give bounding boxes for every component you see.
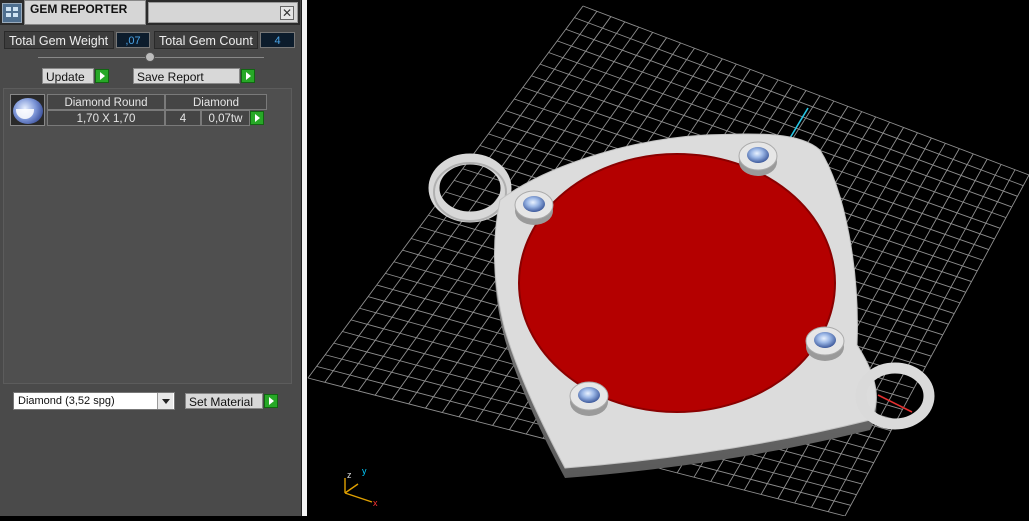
gem-name-cell: Diamond Round xyxy=(47,94,165,110)
gem-size-cell: 1,70 X 1,70 xyxy=(47,110,165,126)
set-material-go-icon[interactable] xyxy=(264,394,278,408)
material-select[interactable]: Diamond (3,52 spg) xyxy=(13,392,175,410)
red-face xyxy=(518,153,836,413)
left-bail-ring xyxy=(428,153,512,223)
grid-line xyxy=(844,174,1029,517)
gem-list xyxy=(3,88,292,384)
update-button[interactable]: Update xyxy=(42,68,94,84)
gem-setting xyxy=(569,381,609,416)
gem-count-cell: 4 xyxy=(165,110,201,126)
close-icon[interactable]: ✕ xyxy=(280,6,294,20)
total-gem-count-label: Total Gem Count xyxy=(154,31,258,49)
axis-x-label: x xyxy=(373,498,378,508)
gem-setting xyxy=(738,141,778,176)
set-material-button[interactable]: Set Material xyxy=(185,393,263,409)
total-gem-weight-value: ,07 xyxy=(116,32,150,48)
3d-viewport[interactable] xyxy=(307,0,1029,517)
axis-gizmo-icon xyxy=(344,478,373,503)
axis-y-label: y xyxy=(362,466,367,476)
gem-reporter-icon xyxy=(2,3,22,23)
axis-z-label: z xyxy=(347,470,352,480)
total-gem-weight-label: Total Gem Weight xyxy=(4,31,114,49)
title-bar-fill xyxy=(148,2,298,23)
gem-weight-cell: 0,07tw xyxy=(201,110,250,126)
save-report-button[interactable]: Save Report xyxy=(133,68,240,84)
gem-setting xyxy=(805,326,845,361)
total-gem-count-value: 4 xyxy=(260,32,295,48)
scene-svg xyxy=(307,5,1029,517)
chevron-down-icon[interactable] xyxy=(157,393,173,409)
y-axis-line xyxy=(789,107,809,139)
save-report-go-icon[interactable] xyxy=(241,69,255,83)
panel-title: GEM REPORTER xyxy=(30,2,128,16)
collapse-knob-icon[interactable] xyxy=(145,52,155,62)
update-go-icon[interactable] xyxy=(95,69,109,83)
diamond-round-icon xyxy=(10,94,45,126)
gem-row-go-icon[interactable] xyxy=(250,111,264,125)
gem-setting xyxy=(514,190,554,225)
gem-material-cell: Diamond xyxy=(165,94,267,110)
